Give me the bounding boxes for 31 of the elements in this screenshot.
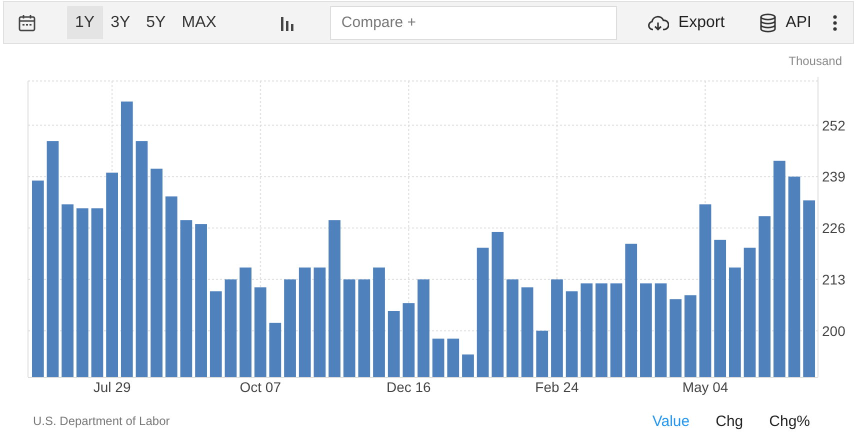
database-icon <box>758 12 777 32</box>
x-axis-label: Oct 07 <box>240 379 281 395</box>
more-icon[interactable] <box>833 14 837 30</box>
bar <box>388 311 400 377</box>
y-axis-label: 200 <box>822 322 846 339</box>
x-axis-label: Feb 24 <box>535 379 579 395</box>
source-text: U.S. Department of Labor <box>33 414 170 428</box>
y-axis-label: 252 <box>822 117 846 134</box>
bar-chart-icon[interactable] <box>279 14 296 30</box>
bar <box>536 330 548 377</box>
range-button[interactable]: 5Y <box>138 6 174 39</box>
bar <box>269 322 282 377</box>
calendar-icon[interactable] <box>18 14 36 32</box>
y-axis-label: 213 <box>822 271 846 288</box>
range-button[interactable]: MAX <box>174 6 224 39</box>
x-axis-label: Dec 16 <box>386 379 431 395</box>
view-tab[interactable]: Chg% <box>758 412 821 430</box>
y-axis-label: 239 <box>822 168 846 185</box>
x-axis-label: May 04 <box>682 379 728 395</box>
x-axis-label: Jul 29 <box>93 379 131 395</box>
y-axis-label: 226 <box>822 220 846 236</box>
bar <box>432 338 444 377</box>
bar <box>462 354 474 377</box>
export-button[interactable]: Export <box>647 12 725 32</box>
bar <box>447 338 460 377</box>
compare-field[interactable]: Compare + <box>330 6 618 40</box>
range-button[interactable]: 1Y <box>67 6 103 39</box>
api-button[interactable]: API <box>758 12 812 32</box>
range-button[interactable]: 3Y <box>102 6 138 39</box>
unit-label: Thousand <box>788 54 842 68</box>
view-tab[interactable]: Chg <box>704 412 754 430</box>
